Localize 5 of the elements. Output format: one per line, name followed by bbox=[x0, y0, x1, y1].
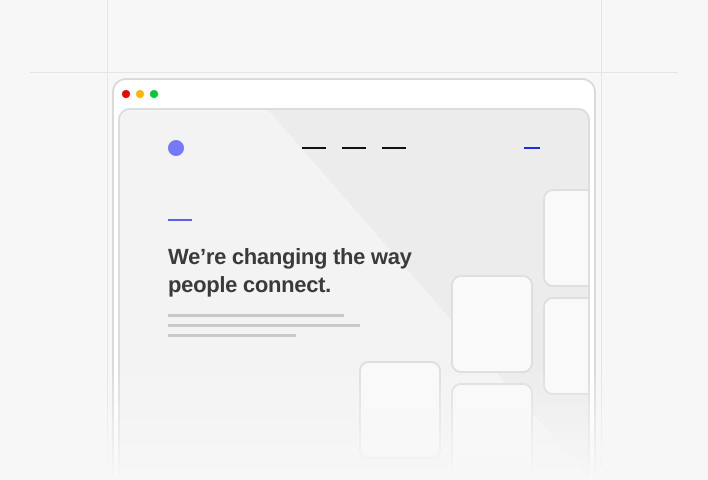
accent-line bbox=[168, 219, 192, 221]
close-dot-icon bbox=[122, 90, 130, 98]
minimize-dot-icon bbox=[136, 90, 144, 98]
maximize-dot-icon bbox=[150, 90, 158, 98]
headline: We’re changing the way people connect. bbox=[168, 243, 413, 299]
